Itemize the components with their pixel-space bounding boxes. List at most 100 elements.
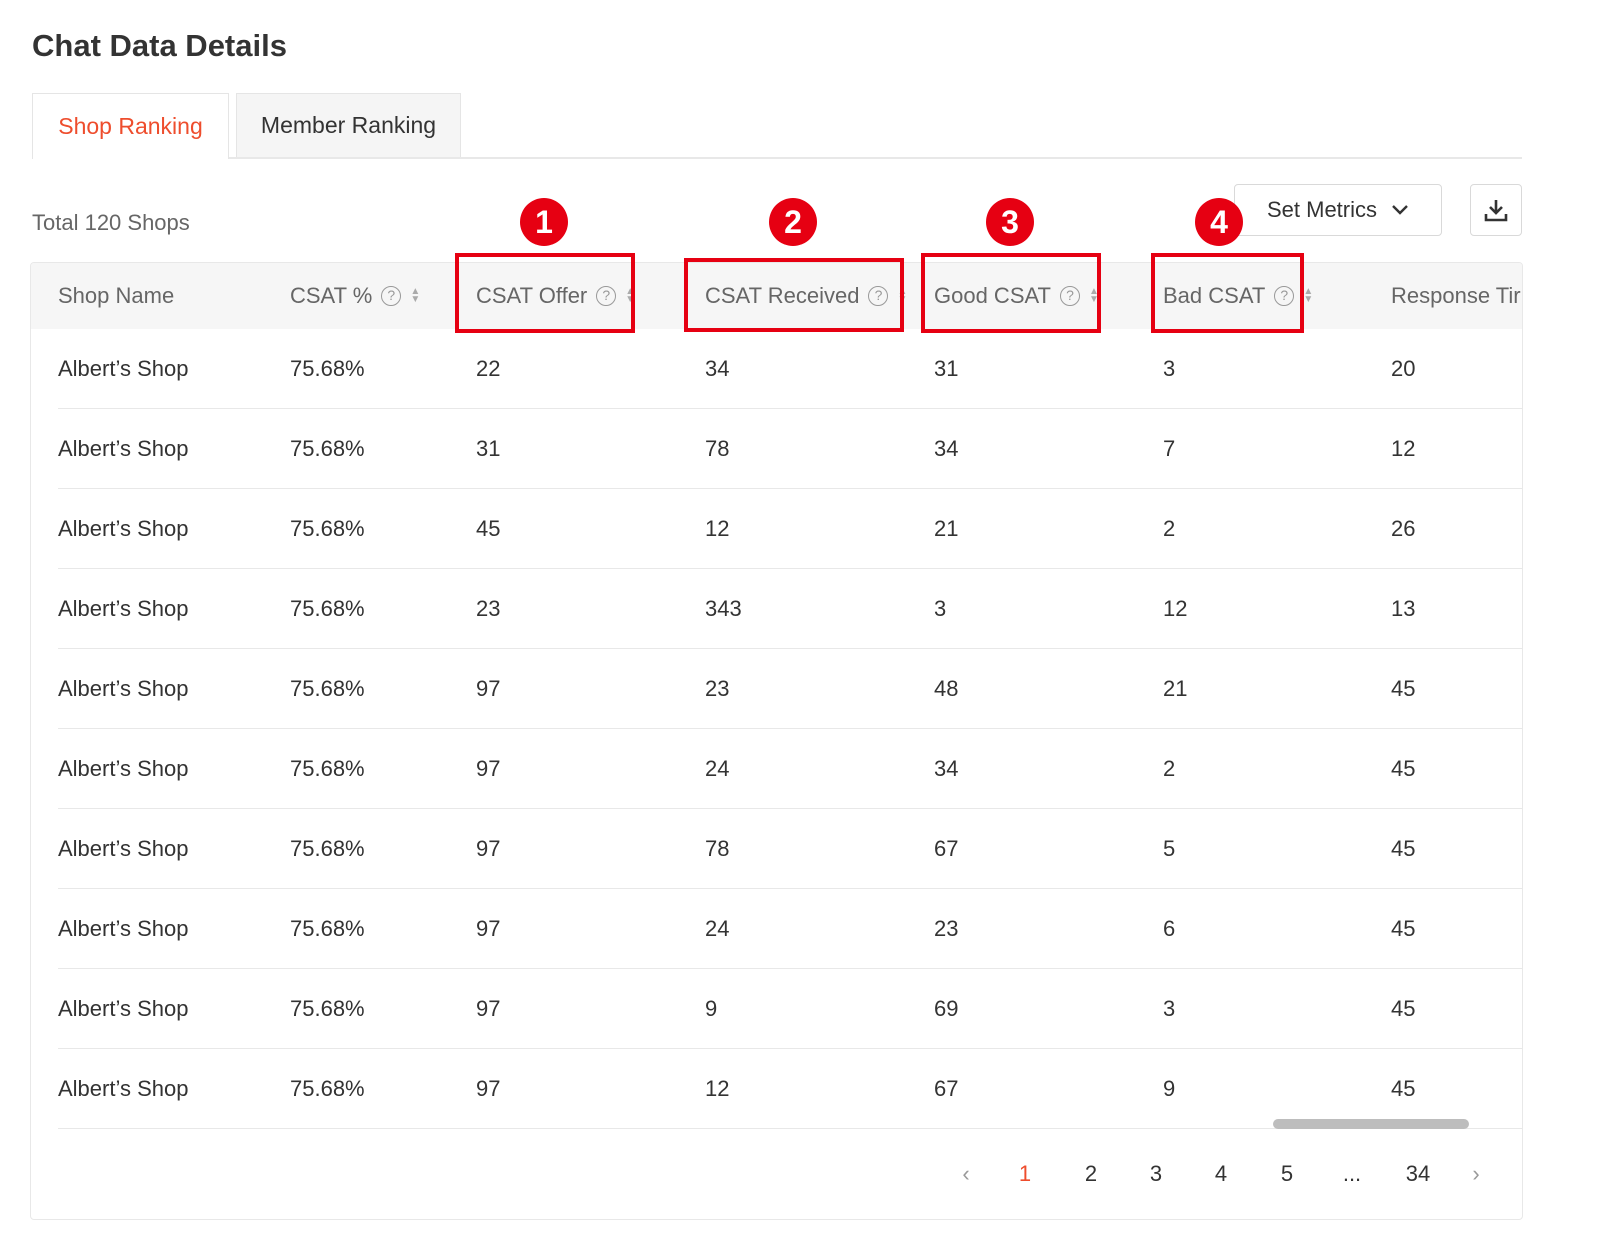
response-time-cell: 45: [1391, 836, 1416, 861]
highlight-box-bad-csat: [1151, 253, 1304, 333]
csat-offer-cell: 97: [476, 996, 501, 1021]
good-csat-cell: 69: [934, 996, 959, 1021]
question-circle-icon[interactable]: ?: [381, 286, 402, 306]
bad-csat-cell: 6: [1163, 916, 1176, 941]
csat-received-cell: 78: [705, 836, 730, 861]
response-time-cell: 13: [1391, 596, 1416, 621]
csat-received-cell: 343: [705, 596, 742, 621]
table-row: Albert’s Shop 75.68% 97 78 67 5 45: [58, 809, 1522, 889]
shop-name-cell: Albert’s Shop: [58, 916, 189, 941]
csat-percent-cell: 75.68%: [290, 356, 365, 381]
csat-percent-cell: 75.68%: [290, 916, 365, 941]
bad-csat-cell: 2: [1163, 516, 1176, 541]
page-ellipsis[interactable]: ...: [1332, 1151, 1372, 1197]
csat-offer-cell: 31: [476, 436, 501, 461]
page-button-1[interactable]: 1: [1005, 1151, 1045, 1197]
column-header-shop-name: Shop Name: [58, 283, 175, 308]
good-csat-cell: 67: [934, 1076, 959, 1101]
table-row: Albert’s Shop 75.68% 31 78 34 7 12: [58, 409, 1522, 489]
set-metrics-label: Set Metrics: [1266, 197, 1378, 222]
bad-csat-cell: 5: [1163, 836, 1176, 861]
csat-offer-cell: 45: [476, 516, 501, 541]
table-row: Albert’s Shop 75.68% 97 12 67 9 45: [58, 1049, 1522, 1129]
response-time-cell: 45: [1391, 916, 1416, 941]
csat-received-cell: 12: [705, 1076, 730, 1101]
response-time-cell: 20: [1391, 356, 1416, 381]
bad-csat-cell: 3: [1163, 356, 1176, 381]
page-button-2[interactable]: 2: [1071, 1151, 1111, 1197]
page-button-34[interactable]: 34: [1398, 1151, 1438, 1197]
good-csat-cell: 34: [934, 756, 959, 781]
shop-name-cell: Albert’s Shop: [58, 996, 189, 1021]
annotation-badge-1: 1: [520, 198, 568, 246]
bad-csat-cell: 7: [1163, 436, 1176, 461]
response-time-cell: 45: [1391, 1076, 1416, 1101]
good-csat-cell: 23: [934, 916, 959, 941]
response-time-cell: 26: [1391, 516, 1416, 541]
column-header-csat-percent[interactable]: CSAT % ? ▲ ▼: [290, 263, 420, 329]
download-button[interactable]: [1470, 184, 1522, 236]
csat-received-cell: 24: [705, 916, 730, 941]
tab-bar: Shop Ranking Member Ranking: [32, 93, 1522, 159]
table-row: Albert’s Shop 75.68% 23 343 3 12 13: [58, 569, 1522, 649]
next-page-button[interactable]: ›: [1456, 1151, 1496, 1197]
page-title: Chat Data Details: [32, 28, 287, 63]
csat-offer-cell: 23: [476, 596, 501, 621]
column-header-response-time[interactable]: Response Tir: [1391, 263, 1521, 329]
highlight-box-csat-offer: [455, 253, 635, 333]
good-csat-cell: 48: [934, 676, 959, 701]
table-row: Albert’s Shop 75.68% 45 12 21 2 26: [58, 489, 1522, 569]
csat-percent-cell: 75.68%: [290, 756, 365, 781]
prev-page-button[interactable]: ‹: [946, 1151, 986, 1197]
good-csat-cell: 67: [934, 836, 959, 861]
csat-offer-cell: 97: [476, 836, 501, 861]
sort-icon[interactable]: ▲ ▼: [410, 287, 420, 305]
csat-percent-cell: 75.68%: [290, 676, 365, 701]
csat-received-cell: 9: [705, 996, 718, 1021]
shop-name-cell: Albert’s Shop: [58, 356, 189, 381]
bad-csat-cell: 2: [1163, 756, 1176, 781]
csat-percent-cell: 75.68%: [290, 516, 365, 541]
annotation-badge-4: 4: [1195, 198, 1243, 246]
good-csat-cell: 34: [934, 436, 959, 461]
response-time-cell: 12: [1391, 436, 1416, 461]
csat-received-cell: 78: [705, 436, 730, 461]
csat-offer-cell: 97: [476, 1076, 501, 1101]
good-csat-cell: 3: [934, 596, 947, 621]
table-row: Albert’s Shop 75.68% 97 23 48 21 45: [58, 649, 1522, 729]
shop-name-cell: Albert’s Shop: [58, 1076, 189, 1101]
page-button-5[interactable]: 5: [1267, 1151, 1307, 1197]
bad-csat-cell: 21: [1163, 676, 1188, 701]
shop-ranking-table: Shop Name CSAT % ? ▲ ▼ CSAT Offer ? ▲ ▼ CS…: [30, 262, 1523, 1220]
shop-name-cell: Albert’s Shop: [58, 676, 189, 701]
chevron-down-icon: [1392, 205, 1408, 215]
pagination: ‹ 1 2 3 4 5 ... 34 ›: [31, 1151, 1522, 1197]
csat-percent-cell: 75.68%: [290, 1076, 365, 1101]
csat-offer-cell: 22: [476, 356, 501, 381]
total-count: Total 120 Shops: [32, 210, 190, 235]
page-button-3[interactable]: 3: [1136, 1151, 1176, 1197]
table-row: Albert’s Shop 75.68% 97 24 23 6 45: [58, 889, 1522, 969]
csat-offer-cell: 97: [476, 916, 501, 941]
response-time-cell: 45: [1391, 996, 1416, 1021]
csat-received-cell: 24: [705, 756, 730, 781]
sort-icon[interactable]: ▲ ▼: [1303, 287, 1313, 305]
response-time-cell: 45: [1391, 676, 1416, 701]
highlight-box-csat-received: [684, 258, 904, 332]
csat-percent-cell: 75.68%: [290, 596, 365, 621]
tab-shop-ranking[interactable]: Shop Ranking: [32, 93, 229, 159]
tab-member-ranking[interactable]: Member Ranking: [236, 93, 461, 157]
set-metrics-button[interactable]: Set Metrics: [1234, 184, 1442, 236]
csat-offer-cell: 97: [476, 756, 501, 781]
page-button-4[interactable]: 4: [1201, 1151, 1241, 1197]
download-icon: [1484, 200, 1508, 222]
csat-percent-cell: 75.68%: [290, 436, 365, 461]
shop-name-cell: Albert’s Shop: [58, 756, 189, 781]
bad-csat-cell: 12: [1163, 596, 1188, 621]
csat-offer-cell: 97: [476, 676, 501, 701]
horizontal-scrollbar[interactable]: [1273, 1119, 1469, 1129]
good-csat-cell: 31: [934, 356, 959, 381]
shop-name-cell: Albert’s Shop: [58, 836, 189, 861]
shop-name-cell: Albert’s Shop: [58, 516, 189, 541]
bad-csat-cell: 9: [1163, 1076, 1176, 1101]
